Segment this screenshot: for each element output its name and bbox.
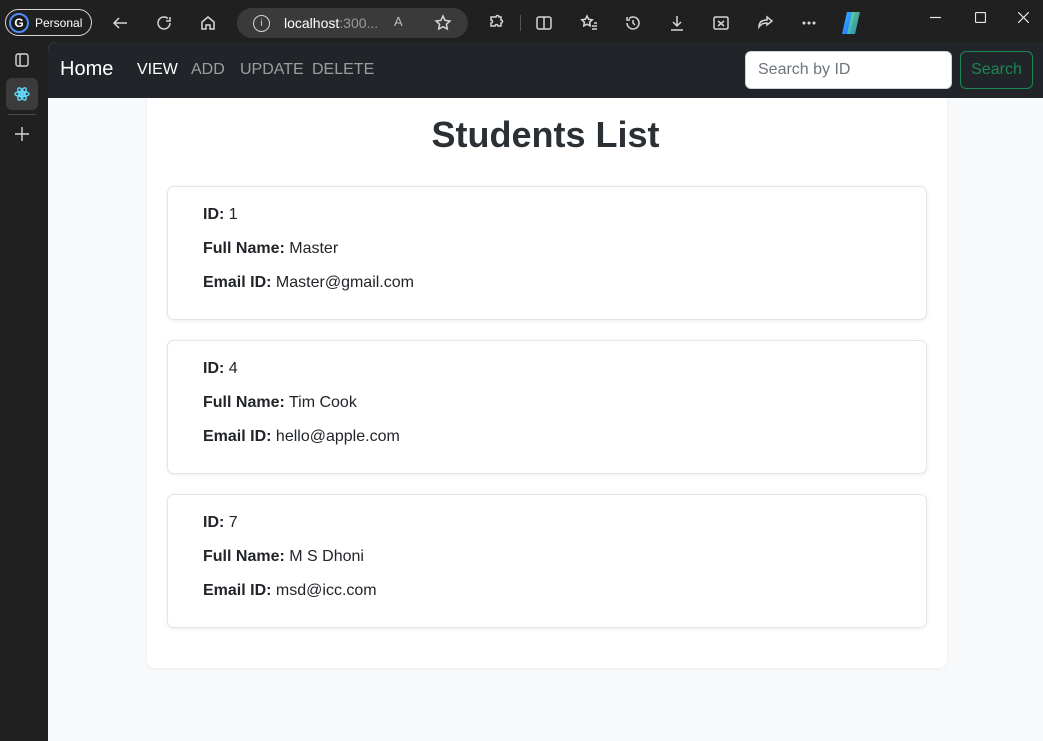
tab-actions-icon [15,53,29,67]
name-value: Tim Cook [288,394,357,411]
id-value: 7 [228,514,238,531]
page-viewport: Home VIEW ADD UPDATE DELETE Search Stude… [48,42,1043,741]
address-host: localhost [284,15,340,31]
home-icon [201,16,215,30]
nav-link-delete[interactable]: DELETE [312,61,374,79]
id-label: ID: [203,206,225,223]
page-title: Students List [431,114,660,155]
name-value: M S Dhoni [289,548,364,565]
name-value: Master [289,240,339,257]
downloads-button[interactable] [663,9,691,37]
student-card: ID: 7 Full Name: M S Dhoni Email ID: msd… [167,494,927,628]
puzzle-icon [490,14,504,27]
name-label: Full Name: [203,548,285,565]
plus-icon [15,127,29,141]
profile-button[interactable]: G Personal [5,9,92,36]
navbar-brand[interactable]: Home [60,58,113,81]
site-info-icon[interactable]: i [253,14,270,32]
minimize-button[interactable] [912,4,958,30]
email-value: hello@apple.com [275,428,400,445]
close-window-button[interactable] [1003,4,1043,30]
student-card: ID: 4 Full Name: Tim Cook Email ID: hell… [167,340,927,474]
read-aloud-icon[interactable]: A [394,14,403,29]
star-icon [434,14,452,31]
nav-link-add[interactable]: ADD [191,61,225,79]
toolbar-divider [520,15,521,31]
back-button[interactable] [106,9,134,37]
copilot-button[interactable] [838,10,864,36]
copilot-icon [842,12,860,34]
student-card: ID: 1 Full Name: Master Email ID: Master… [167,186,927,320]
address-url[interactable]: localhost:300... [284,15,378,31]
favorites-icon [580,14,597,30]
email-value: msd@icc.com [275,582,377,599]
home-button[interactable] [194,9,222,37]
email-label: Email ID: [203,428,272,445]
nav-link-update[interactable]: UPDATE [240,61,304,79]
browser-toolbar: G Personal i localhost:300... A [0,0,1043,42]
vertical-tabs-sidebar [0,42,48,741]
student-id: ID: 7 [203,514,238,532]
maximize-button[interactable] [957,4,1003,30]
id-value: 4 [228,360,238,377]
split-screen-icon [536,16,552,30]
download-icon [671,16,683,31]
profile-avatar: G [9,12,29,33]
screenshot-icon [713,16,729,30]
profile-label: Personal [35,15,83,30]
id-label: ID: [203,514,225,531]
favorite-star-button[interactable] [434,14,452,32]
student-email: Email ID: Master@gmail.com [203,274,414,292]
id-label: ID: [203,360,225,377]
close-icon [1017,11,1029,23]
email-label: Email ID: [203,274,272,291]
student-id: ID: 1 [203,206,238,224]
student-name: Full Name: Tim Cook [203,394,357,412]
new-tab-button[interactable] [6,118,38,150]
search-input[interactable] [745,51,952,89]
student-name: Full Name: M S Dhoni [203,548,364,566]
favorites-button[interactable] [575,9,603,37]
address-bar[interactable]: i localhost:300... A [237,8,468,38]
history-icon [626,16,640,30]
name-label: Full Name: [203,240,285,257]
share-icon [758,15,774,30]
split-screen-button[interactable] [530,9,558,37]
nav-link-view[interactable]: VIEW [137,61,178,79]
student-name: Full Name: Master [203,240,338,258]
extensions-button[interactable] [482,9,510,37]
name-label: Full Name: [203,394,285,411]
address-port: :300... [339,15,379,31]
search-button[interactable]: Search [960,51,1033,89]
tab-react-app[interactable] [6,78,38,110]
student-id: ID: 4 [203,360,238,378]
student-email: Email ID: hello@apple.com [203,428,400,446]
screenshot-button[interactable] [707,9,735,37]
student-email: Email ID: msd@icc.com [203,582,377,600]
more-options-button[interactable] [795,9,823,37]
refresh-button[interactable] [150,9,178,37]
maximize-icon [974,11,986,23]
sidebar-divider [8,114,36,115]
back-arrow-icon [112,17,127,29]
email-value: Master@gmail.com [275,274,414,291]
email-label: Email ID: [203,582,272,599]
navbar: Home VIEW ADD UPDATE DELETE Search [48,42,1043,98]
react-logo-icon [14,87,30,101]
refresh-icon [157,16,171,30]
more-dots-icon [802,21,816,25]
id-value: 1 [228,206,238,223]
minimize-icon [929,16,941,18]
history-button[interactable] [619,9,647,37]
tab-actions-button[interactable] [6,44,38,76]
share-button[interactable] [751,9,779,37]
